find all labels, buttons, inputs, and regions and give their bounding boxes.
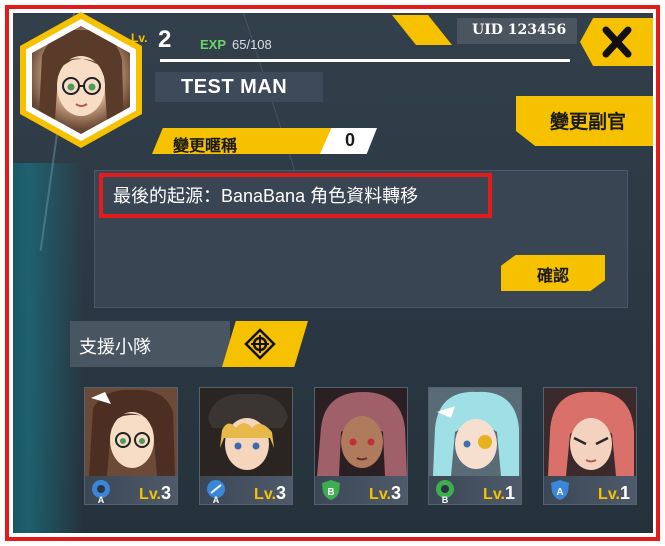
member-level: Lv.1 xyxy=(483,483,515,503)
svg-text:B: B xyxy=(442,495,449,504)
support-member-card[interactable]: A Lv.1 xyxy=(543,387,637,505)
exp-progress-bar xyxy=(160,59,570,62)
player-level-label: Lv. xyxy=(131,31,148,45)
change-nickname-label: 變更暱稱 xyxy=(173,138,238,155)
member-level: Lv.3 xyxy=(139,483,171,503)
shield-b-icon: B xyxy=(322,480,340,500)
player-avatar[interactable] xyxy=(20,12,142,148)
gear-b-icon: B xyxy=(436,480,454,504)
member-portrait xyxy=(315,388,407,476)
gear-a-icon: A xyxy=(207,480,225,504)
support-team-label: 支援小隊 xyxy=(79,337,151,357)
member-level: Lv.1 xyxy=(598,483,630,503)
member-portrait xyxy=(200,388,292,476)
member-portrait xyxy=(85,388,177,476)
shield-a-icon: A xyxy=(551,480,569,500)
player-name: TEST MAN xyxy=(181,76,288,98)
member-portrait xyxy=(429,388,521,476)
support-member-card[interactable]: B Lv.1 xyxy=(428,387,522,505)
message-text: 最後的起源：BanaBana 角色資料轉移 xyxy=(113,186,419,206)
gear-a-icon: A xyxy=(92,480,110,504)
close-icon[interactable] xyxy=(600,24,634,60)
exp-value: 65/108 xyxy=(232,37,272,52)
support-member-card[interactable]: A Lv.3 xyxy=(199,387,293,505)
player-uid: UID 123456 xyxy=(472,22,567,38)
svg-text:B: B xyxy=(327,487,334,498)
member-level: Lv.3 xyxy=(369,483,401,503)
exp-label: EXP xyxy=(200,37,227,52)
svg-text:A: A xyxy=(98,495,105,504)
svg-text:A: A xyxy=(556,487,563,498)
support-member-card[interactable]: B Lv.3 xyxy=(314,387,408,505)
player-level: 2 xyxy=(158,26,172,53)
svg-text:A: A xyxy=(213,495,220,504)
member-portrait xyxy=(544,388,636,476)
nickname-change-count: 0 xyxy=(345,130,356,150)
crosshair-diamond-icon[interactable] xyxy=(244,328,276,360)
member-level: Lv.3 xyxy=(254,483,286,503)
change-deputy-label: 變更副官 xyxy=(550,112,627,133)
confirm-label: 確認 xyxy=(537,268,570,285)
support-member-card[interactable]: A Lv.3 xyxy=(84,387,178,505)
